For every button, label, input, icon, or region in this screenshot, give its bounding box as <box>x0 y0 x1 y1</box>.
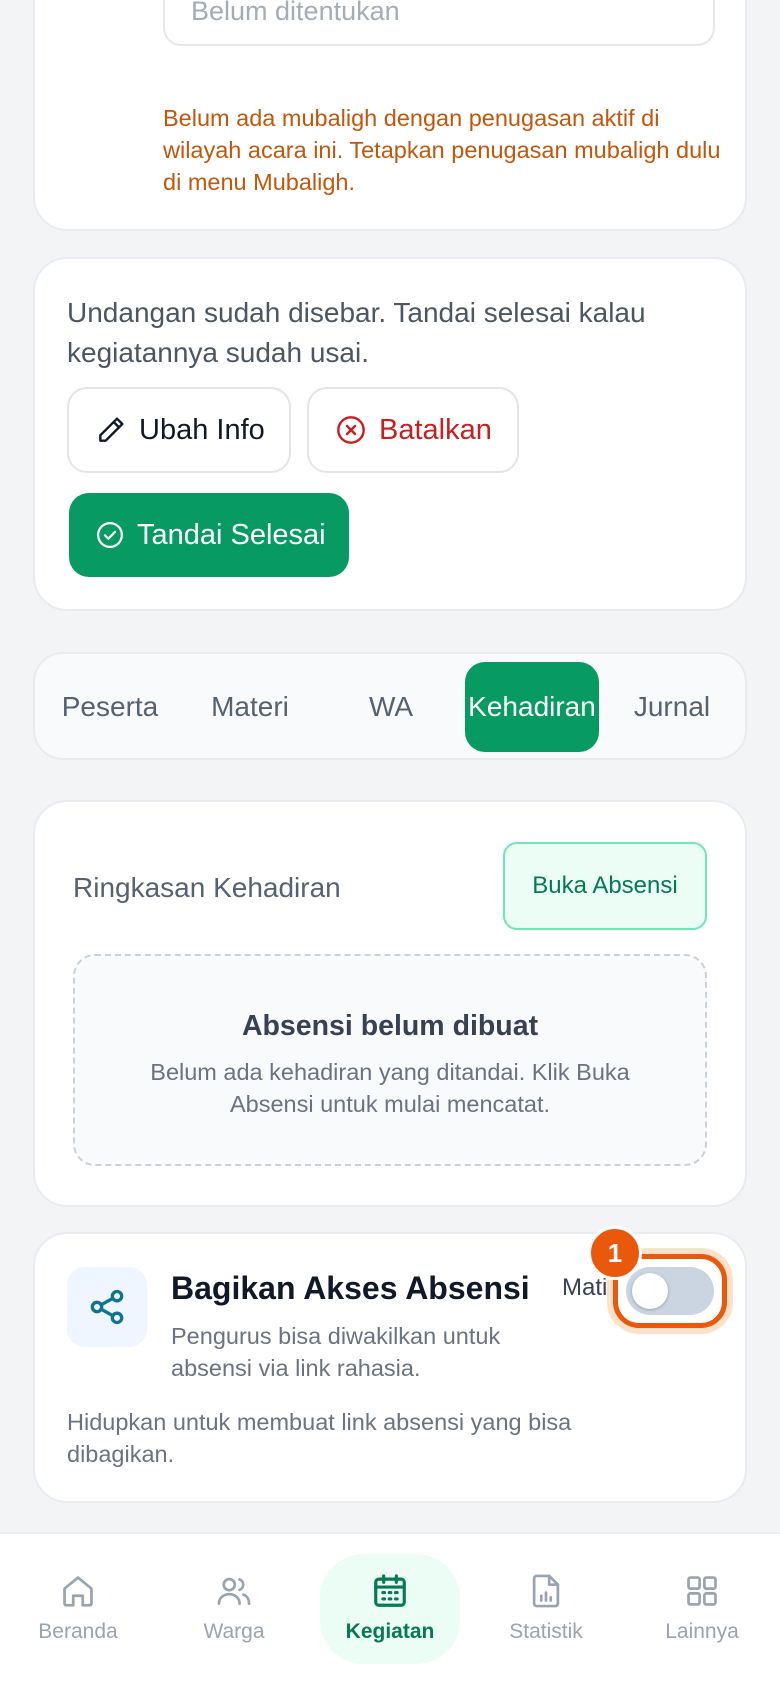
home-icon <box>63 1576 93 1607</box>
mark-done-button[interactable]: Tandai Selesai <box>69 493 349 577</box>
nav-warga[interactable]: Warga <box>164 1554 304 1664</box>
tab-peserta[interactable]: Peserta <box>43 662 177 752</box>
calendar-icon <box>374 1574 406 1607</box>
nav-label: Beranda <box>38 1620 118 1643</box>
share-icon-container <box>67 1267 147 1347</box>
event-tabs: Peserta Materi WA Kehadiran Jurnal <box>33 652 747 760</box>
share-icon <box>90 1289 124 1325</box>
status-description: Undangan sudah disebar. Tandai selesai k… <box>67 297 646 368</box>
mubaligh-warning: Belum ada mubaligh dengan penugasan akti… <box>163 105 721 195</box>
share-note: Hidupkan untuk membuat link absensi yang… <box>67 1409 572 1467</box>
tab-kehadiran[interactable]: Kehadiran <box>465 662 599 752</box>
share-attendance-card: Bagikan Akses Absensi Pengurus bisa diwa… <box>33 1226 747 1503</box>
attendance-summary-card: Ringkasan Kehadiran Buka Absensi Absensi… <box>33 800 747 1207</box>
nav-label: Statistik <box>509 1620 583 1643</box>
cancel-event-label: Batalkan <box>379 413 492 446</box>
grid-icon <box>687 1576 717 1606</box>
nav-beranda[interactable]: Beranda <box>8 1554 148 1664</box>
empty-state-description: Belum ada kehadiran yang ditandai. Klik … <box>150 1059 630 1117</box>
check-circle-icon <box>97 522 123 548</box>
mark-done-label: Tandai Selesai <box>137 518 326 551</box>
nav-label: Lainnya <box>665 1620 739 1643</box>
share-title: Bagikan Akses Absensi <box>171 1270 530 1306</box>
tab-jurnal[interactable]: Jurnal <box>605 662 739 752</box>
nav-lainnya[interactable]: Lainnya <box>632 1554 772 1664</box>
users-icon <box>217 1577 251 1606</box>
step-badge: 1 <box>588 1226 642 1280</box>
edit-info-button[interactable]: Ubah Info <box>67 387 291 473</box>
nav-statistik[interactable]: Statistik <box>476 1554 616 1664</box>
toggle-state-label: Mati <box>562 1274 608 1301</box>
tab-wa[interactable]: WA <box>324 662 458 752</box>
tab-label: Jurnal <box>633 691 711 722</box>
nav-kegiatan[interactable]: Kegiatan <box>320 1554 460 1664</box>
attendance-empty-state: Absensi belum dibuat Belum ada kehadiran… <box>73 954 707 1166</box>
tab-label: Materi <box>211 691 289 722</box>
mubaligh-select[interactable]: Belum ditentukan <box>163 0 715 46</box>
pencil-icon <box>99 417 124 442</box>
tab-label: Peserta <box>61 691 159 722</box>
cancel-event-button[interactable]: Batalkan <box>307 387 519 473</box>
bottom-navigation: Beranda Warga Kegiatan Statistik Lainnya <box>0 1532 780 1688</box>
empty-state-title: Absensi belum dibuat <box>241 1010 539 1042</box>
mubaligh-select-placeholder: Belum ditentukan <box>191 0 400 26</box>
status-card: Undangan sudah disebar. Tandai selesai k… <box>33 257 747 611</box>
edit-info-label: Ubah Info <box>139 413 265 446</box>
x-circle-icon <box>337 416 365 444</box>
share-description: Pengurus bisa diwakilkan untuk absensi v… <box>171 1323 501 1381</box>
tab-label: WA <box>368 691 414 722</box>
tab-materi[interactable]: Materi <box>183 662 317 752</box>
nav-label: Kegiatan <box>345 1620 435 1643</box>
open-attendance-label: Buka Absensi <box>532 872 678 899</box>
attendance-summary-title: Ringkasan Kehadiran <box>73 872 341 903</box>
open-attendance-button[interactable]: Buka Absensi <box>503 842 707 930</box>
tab-label: Kehadiran <box>468 691 596 722</box>
toggle-knob <box>632 1273 668 1309</box>
chart-file-icon <box>532 1574 560 1608</box>
nav-label: Warga <box>203 1620 265 1643</box>
mubaligh-card: Belum ditentukan Belum ada mubaligh deng… <box>33 0 747 231</box>
share-access-toggle[interactable] <box>626 1267 714 1315</box>
